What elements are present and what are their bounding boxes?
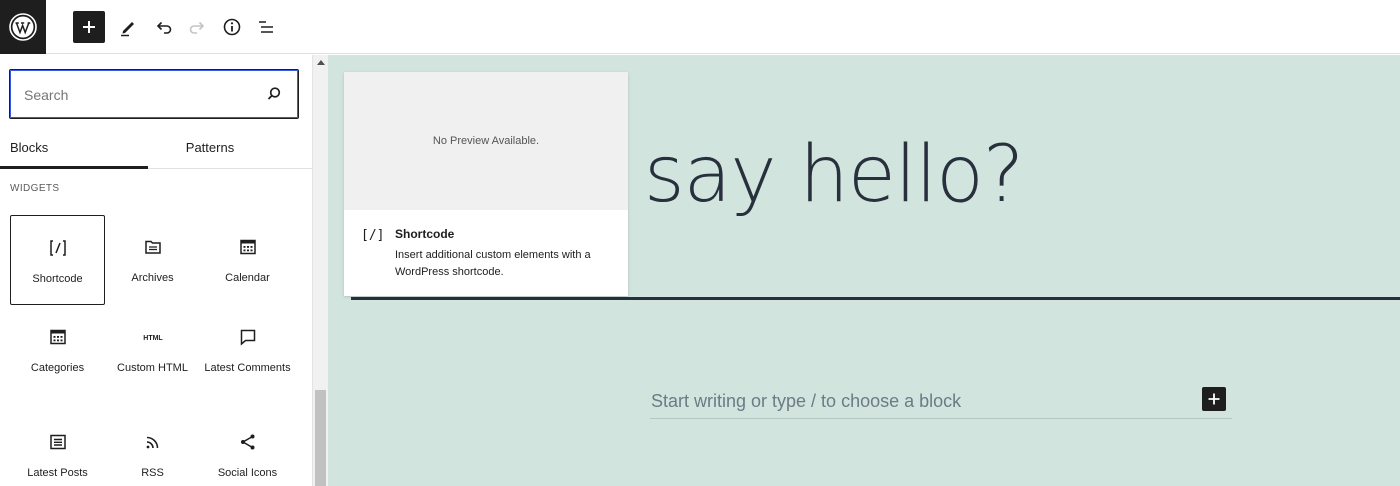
no-preview-text: No Preview Available. — [432, 135, 540, 147]
block-label: Archives — [131, 272, 174, 284]
inline-add-block-button[interactable] — [1202, 387, 1226, 411]
comment-icon — [236, 325, 260, 349]
tab-patterns[interactable]: Patterns — [148, 131, 296, 169]
pencil-icon — [121, 22, 134, 37]
shortcode-icon — [46, 236, 70, 260]
add-block-button[interactable] — [73, 11, 105, 43]
search-icon — [267, 87, 281, 100]
svg-text:HTML: HTML — [143, 335, 163, 342]
block-item-categories[interactable]: Categories — [10, 305, 105, 410]
block-item-calendar[interactable]: Calendar — [200, 215, 295, 305]
block-preview-popover: No Preview Available. [/] Shortcode Inse… — [344, 72, 628, 296]
calendar-icon — [236, 235, 260, 259]
paragraph-placeholder[interactable]: Start writing or type / to choose a bloc… — [651, 391, 961, 412]
block-label: RSS — [141, 467, 164, 479]
block-item-social-icons[interactable]: Social Icons — [200, 410, 295, 486]
shortcode-icon: [/] — [361, 228, 385, 243]
rss-icon — [141, 430, 165, 454]
block-item-latest-posts[interactable]: Latest Posts — [10, 410, 105, 486]
editor-top-toolbar — [0, 0, 1400, 54]
block-label: Latest Posts — [27, 467, 88, 479]
list-view-icon — [259, 21, 273, 33]
block-item-archives[interactable]: Archives — [105, 215, 200, 305]
block-inserter-panel: Blocks Patterns WIDGETS Shortcode Archiv… — [0, 55, 312, 486]
post-list-icon — [46, 430, 70, 454]
block-label: Latest Comments — [204, 362, 291, 374]
category-title: WIDGETS — [10, 183, 60, 194]
preview-block-title: Shortcode — [395, 227, 455, 241]
block-item-rss[interactable]: RSS — [105, 410, 200, 486]
undo-button[interactable] — [148, 11, 180, 43]
inserter-tabs: Blocks Patterns — [0, 131, 312, 169]
inserter-scrollbar[interactable] — [312, 55, 328, 486]
preview-area: No Preview Available. — [344, 72, 628, 210]
plus-icon — [83, 21, 95, 33]
plus-icon — [1208, 393, 1220, 405]
search-field[interactable] — [9, 69, 299, 119]
heading-block[interactable]: say hello? — [644, 125, 1024, 225]
search-input[interactable] — [24, 85, 254, 105]
list-view-button[interactable] — [250, 11, 282, 43]
html-icon: HTML — [141, 325, 165, 349]
block-item-latest-comments[interactable]: Latest Comments — [200, 305, 295, 410]
tools-button[interactable] — [112, 11, 144, 43]
redo-button[interactable] — [181, 11, 213, 43]
redo-icon — [189, 21, 205, 34]
details-button[interactable] — [216, 11, 248, 43]
tab-blocks[interactable]: Blocks — [0, 131, 148, 169]
folder-icon — [141, 235, 165, 259]
block-item-custom-html[interactable]: HTML Custom HTML — [105, 305, 200, 410]
undo-icon — [156, 21, 172, 34]
wordpress-logo-icon[interactable] — [0, 0, 46, 54]
block-item-shortcode[interactable]: Shortcode — [10, 215, 105, 305]
scroll-up-arrow-icon[interactable] — [317, 60, 325, 65]
block-label: Social Icons — [217, 467, 278, 479]
preview-block-description: Insert additional custom elements with a… — [395, 249, 591, 278]
preview-block-card: [/] Shortcode Insert additional custom e… — [344, 210, 628, 296]
share-icon — [236, 430, 260, 454]
categories-icon — [46, 325, 70, 349]
block-label: Categories — [30, 362, 85, 374]
info-icon — [223, 18, 241, 36]
block-label: Shortcode — [32, 273, 83, 285]
scrollbar-thumb[interactable] — [315, 390, 326, 486]
block-label: Custom HTML — [117, 362, 188, 374]
block-label: Calendar — [225, 272, 270, 284]
separator-block[interactable] — [351, 297, 1400, 300]
paragraph-underline — [650, 418, 1232, 419]
